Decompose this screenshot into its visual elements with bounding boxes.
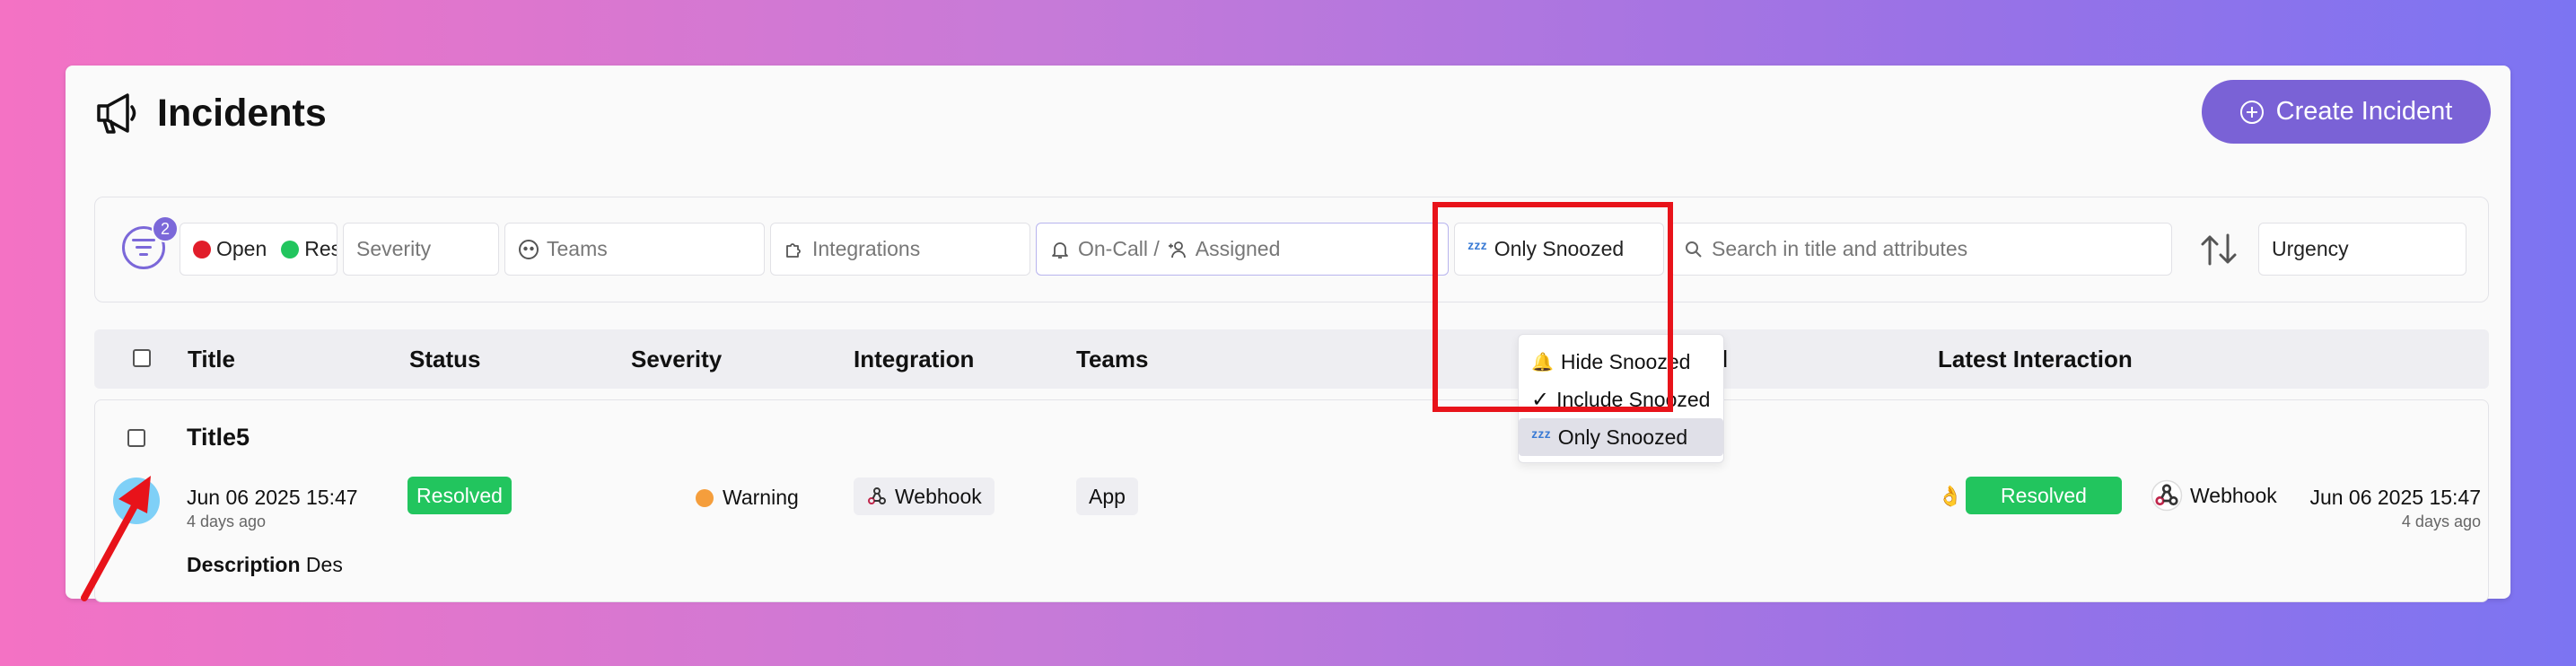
- table-row[interactable]: Title5 ᶻᶻ Jun 06 2025 15:47 4 days ago R…: [94, 399, 2489, 602]
- col-status: Status: [409, 346, 481, 372]
- create-incident-label: Create Incident: [2275, 97, 2453, 126]
- search-placeholder: Search in title and attributes: [1712, 237, 1968, 260]
- megaphone-icon: [97, 93, 136, 134]
- severity-label: Warning: [723, 486, 799, 509]
- team-label: App: [1089, 484, 1126, 508]
- status-open-dot: [193, 240, 211, 259]
- oncall-label: On-Call /: [1078, 237, 1160, 260]
- assigned-label: Assigned: [1195, 237, 1281, 260]
- user-plus-icon: [1168, 241, 1186, 258]
- description-label: Description: [187, 553, 301, 576]
- warning-dot: [696, 488, 714, 507]
- sort-icon[interactable]: [2199, 232, 2239, 267]
- page-title: Incidents: [157, 92, 327, 135]
- severity-filter-placeholder: Severity: [356, 237, 432, 260]
- integration-tag: Webhook: [854, 478, 994, 515]
- filter-icon: [132, 239, 155, 241]
- incidents-card: Incidents Create Incident 2 Open Res Sev…: [66, 66, 2510, 602]
- oncall-assigned-filter[interactable]: On-Call / Assigned: [1036, 223, 1449, 276]
- latest-ago: 4 days ago: [2401, 513, 2481, 530]
- active-filter-count-badge: 2: [152, 215, 179, 242]
- latest-status-badge: Resolved: [1966, 477, 2122, 514]
- search-icon: [1686, 241, 1702, 258]
- created-ago: 4 days ago: [187, 513, 267, 530]
- create-incident-button[interactable]: Create Incident: [2202, 80, 2491, 144]
- latest-source-label: Webhook: [2190, 483, 2277, 507]
- select-all-checkbox[interactable]: [133, 349, 151, 367]
- status-open-label: Open: [216, 237, 267, 260]
- incident-title[interactable]: Title5: [187, 424, 250, 451]
- table-header: Title Status Severity Integration Teams …: [94, 329, 2489, 389]
- teams-icon: [519, 239, 539, 259]
- filter-icon-line: [136, 246, 152, 249]
- status-resolved-dot: [281, 240, 300, 259]
- plus-circle-icon: [2239, 100, 2264, 124]
- zzz-icon: ᶻᶻᶻ: [1531, 426, 1551, 447]
- option-only-snoozed[interactable]: ᶻᶻᶻ Only Snoozed: [1519, 418, 1723, 456]
- webhook-icon: [2151, 479, 2183, 512]
- bell-icon: [1052, 241, 1068, 259]
- team-tag: App: [1076, 478, 1138, 515]
- teams-filter[interactable]: Teams: [504, 223, 765, 276]
- latest-source: Webhook: [2151, 479, 2277, 512]
- col-severity: Severity: [631, 346, 723, 372]
- teams-filter-placeholder: Teams: [547, 237, 608, 260]
- col-teams: Teams: [1076, 346, 1149, 372]
- integrations-filter-placeholder: Integrations: [812, 237, 921, 260]
- sort-select[interactable]: Urgency: [2258, 223, 2466, 276]
- filter-bar: 2 Open Res Severity Teams Integrations O…: [94, 197, 2489, 302]
- sort-value: Urgency: [2272, 237, 2349, 260]
- status-resolved-label: Res: [304, 237, 337, 260]
- col-latest-interaction: Latest Interaction: [1938, 346, 2133, 372]
- description: Description Des: [187, 553, 343, 577]
- highlight-box: [1433, 202, 1673, 412]
- integration-label: Webhook: [895, 484, 982, 508]
- search-input[interactable]: Search in title and attributes: [1669, 223, 2172, 276]
- latest-date: Jun 06 2025 15:47: [2309, 486, 2481, 509]
- annotation-arrow-icon: [81, 476, 151, 601]
- puzzle-icon: [786, 242, 801, 258]
- created-date: Jun 06 2025 15:47: [187, 486, 358, 509]
- integrations-filter[interactable]: Integrations: [770, 223, 1030, 276]
- col-integration: Integration: [854, 346, 975, 372]
- status-badge: Resolved: [407, 477, 512, 514]
- webhook-icon: [868, 487, 886, 504]
- col-title: Title: [188, 346, 235, 372]
- description-value: Des: [305, 553, 343, 576]
- status-filter[interactable]: Open Res: [180, 223, 337, 276]
- severity-filter[interactable]: Severity: [343, 223, 499, 276]
- row-checkbox[interactable]: [127, 429, 145, 447]
- severity-value: Warning: [696, 486, 799, 510]
- option-only-snoozed-label: Only Snoozed: [1557, 425, 1688, 449]
- ok-hand-icon: 👌: [1938, 485, 1963, 507]
- filter-icon-line: [139, 253, 148, 256]
